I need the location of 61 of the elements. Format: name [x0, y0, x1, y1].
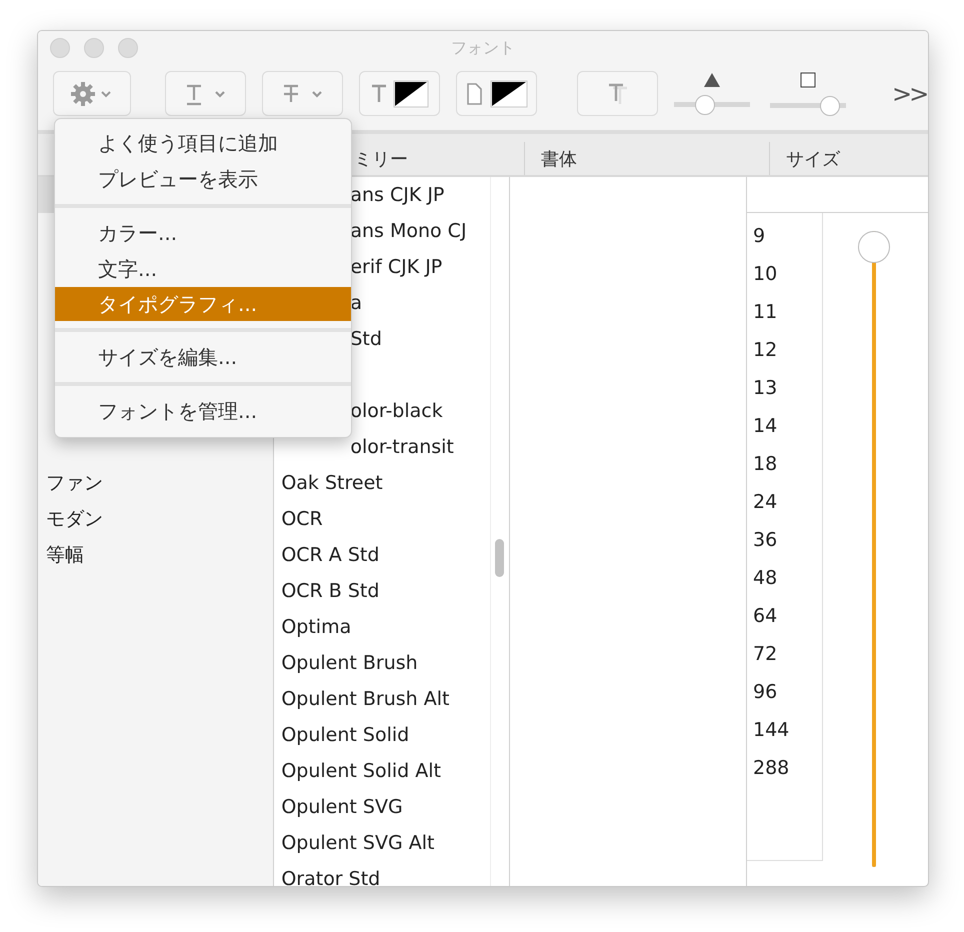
size-item[interactable]: 13	[752, 369, 822, 407]
size-item[interactable]: 18	[752, 445, 822, 483]
font-family-item[interactable]: Opulent Brush	[281, 652, 418, 674]
menu-item[interactable]: フォントを管理...	[55, 393, 351, 429]
font-family-item[interactable]: Optima	[281, 616, 352, 638]
close-button[interactable]	[50, 38, 70, 58]
size-item[interactable]: 36	[752, 521, 822, 559]
window-title: フォント	[451, 38, 515, 58]
size-item[interactable]: 48	[752, 559, 822, 597]
underline-button[interactable]	[165, 71, 246, 116]
menu-item[interactable]: サイズを編集...	[55, 339, 351, 375]
scrollbar-thumb[interactable]	[494, 539, 504, 577]
size-item[interactable]: 24	[752, 483, 822, 521]
size-item[interactable]: 10	[752, 255, 822, 293]
font-family-item[interactable]: OCR	[281, 508, 323, 530]
font-family-item[interactable]: olor-black	[350, 400, 443, 422]
font-family-item[interactable]: Opulent Solid Alt	[281, 760, 441, 782]
size-item[interactable]: 96	[752, 673, 822, 711]
minimize-button[interactable]	[84, 38, 104, 58]
font-family-item[interactable]: erif CJK JP	[350, 256, 442, 278]
text-color-button[interactable]	[359, 71, 440, 116]
column-header[interactable]: サイズ	[786, 146, 840, 170]
strikethrough-button[interactable]	[262, 71, 343, 116]
font-family-item[interactable]: Opulent SVG	[281, 796, 403, 818]
font-family-item[interactable]: ans CJK JP	[350, 184, 444, 206]
size-item[interactable]: 72	[752, 635, 822, 673]
size-item[interactable]: 288	[752, 749, 822, 787]
font-family-item[interactable]: a	[350, 292, 362, 314]
font-family-item[interactable]: Opulent SVG Alt	[281, 832, 434, 854]
font-family-item[interactable]: OCR B Std	[281, 580, 380, 602]
font-family-item[interactable]: OCR A Std	[281, 544, 380, 566]
column-header[interactable]: ミリー	[354, 146, 408, 170]
font-family-item[interactable]: Opulent Solid	[281, 724, 410, 746]
size-item[interactable]: 14	[752, 407, 822, 445]
text-shadow-button[interactable]	[577, 71, 658, 116]
document-color-button[interactable]	[456, 71, 537, 116]
menu-item[interactable]: プレビューを表示	[55, 161, 351, 197]
menu-item[interactable]: カラー...	[55, 215, 351, 251]
collection-item[interactable]: 等幅	[46, 542, 84, 568]
font-family-item[interactable]: olor-transit	[350, 436, 454, 458]
triangle-icon	[704, 72, 720, 86]
font-family-item[interactable]: Oak Street	[281, 472, 383, 494]
collection-item[interactable]: ファン	[46, 470, 103, 496]
font-family-item[interactable]: Orator Std	[281, 868, 380, 886]
size-item[interactable]: 11	[752, 293, 822, 331]
square-icon	[800, 72, 816, 88]
action-menu-button[interactable]	[53, 71, 131, 116]
size-input-field[interactable]	[746, 177, 928, 213]
size-item[interactable]: 64	[752, 597, 822, 635]
size-item[interactable]: 9	[752, 217, 822, 255]
size-item[interactable]: 144	[752, 711, 822, 749]
font-family-item[interactable]: ans Mono CJ	[350, 220, 467, 242]
zoom-button[interactable]	[118, 38, 138, 58]
menu-item[interactable]: よく使う項目に追加	[55, 125, 351, 161]
column-header[interactable]: 書体	[541, 146, 577, 170]
size-item[interactable]: 12	[752, 331, 822, 369]
toolbar-overflow-button[interactable]: >>	[892, 80, 926, 108]
collection-item[interactable]: モダン	[46, 506, 103, 532]
font-family-item[interactable]: Opulent Brush Alt	[281, 688, 450, 710]
menu-item[interactable]: 文字...	[55, 251, 351, 287]
font-family-item[interactable]: Std	[350, 328, 382, 350]
